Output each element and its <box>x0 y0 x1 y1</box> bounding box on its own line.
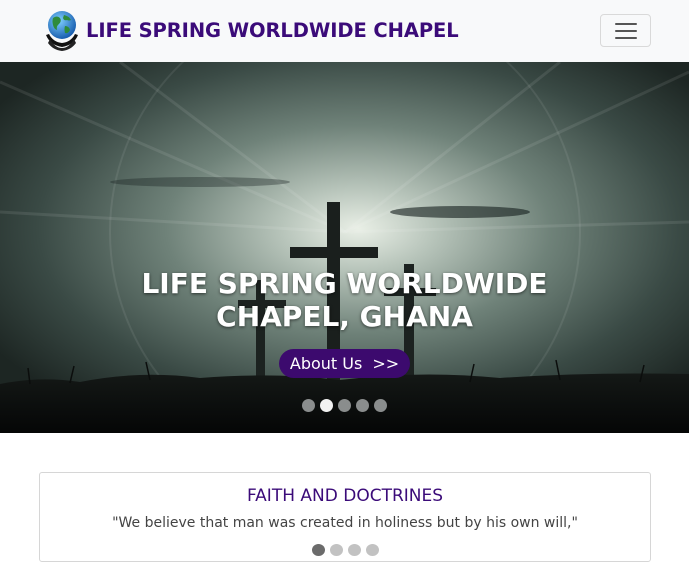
hero-carousel-indicators <box>0 399 689 412</box>
doctrine-carousel-indicators <box>40 544 650 556</box>
about-us-button[interactable]: About Us >> <box>279 349 410 378</box>
hero-title-line-2: CHAPEL, GHANA <box>216 300 473 333</box>
hero-indicator-4[interactable] <box>356 399 369 412</box>
brand-link[interactable]: LIFE SPRING WORLDWIDE CHAPEL <box>44 9 459 51</box>
hero-title: LIFE SPRING WORLDWIDE CHAPEL, GHANA <box>0 267 689 333</box>
hero-indicator-5[interactable] <box>374 399 387 412</box>
globe-in-hands-logo <box>46 11 78 51</box>
about-us-label: About Us <box>289 354 363 373</box>
doctrine-indicator-4[interactable] <box>365 544 379 556</box>
hamburger-menu-icon <box>614 22 637 25</box>
navbar-toggle-button[interactable] <box>600 14 651 47</box>
brand-name: LIFE SPRING WORLDWIDE CHAPEL <box>86 18 459 42</box>
hero-title-line-1: LIFE SPRING WORLDWIDE <box>141 267 548 300</box>
hero-indicator-1[interactable] <box>302 399 315 412</box>
hero-indicator-3[interactable] <box>338 399 351 412</box>
hero-indicator-2[interactable] <box>320 399 333 412</box>
faith-doctrines-card: FAITH AND DOCTRINES "We believe that man… <box>39 472 651 562</box>
doctrine-indicator-3[interactable] <box>347 544 361 556</box>
faith-doctrines-title: FAITH AND DOCTRINES <box>246 486 444 506</box>
doctrine-quote: "We believe that man was created in holi… <box>112 515 578 531</box>
doctrine-indicator-2[interactable] <box>329 544 343 556</box>
hero-carousel: LIFE SPRING WORLDWIDE CHAPEL, GHANA Abou… <box>0 62 689 433</box>
double-arrow-icon: >> <box>372 354 400 373</box>
doctrine-indicator-1[interactable] <box>311 544 325 556</box>
top-navbar: LIFE SPRING WORLDWIDE CHAPEL <box>0 0 689 62</box>
